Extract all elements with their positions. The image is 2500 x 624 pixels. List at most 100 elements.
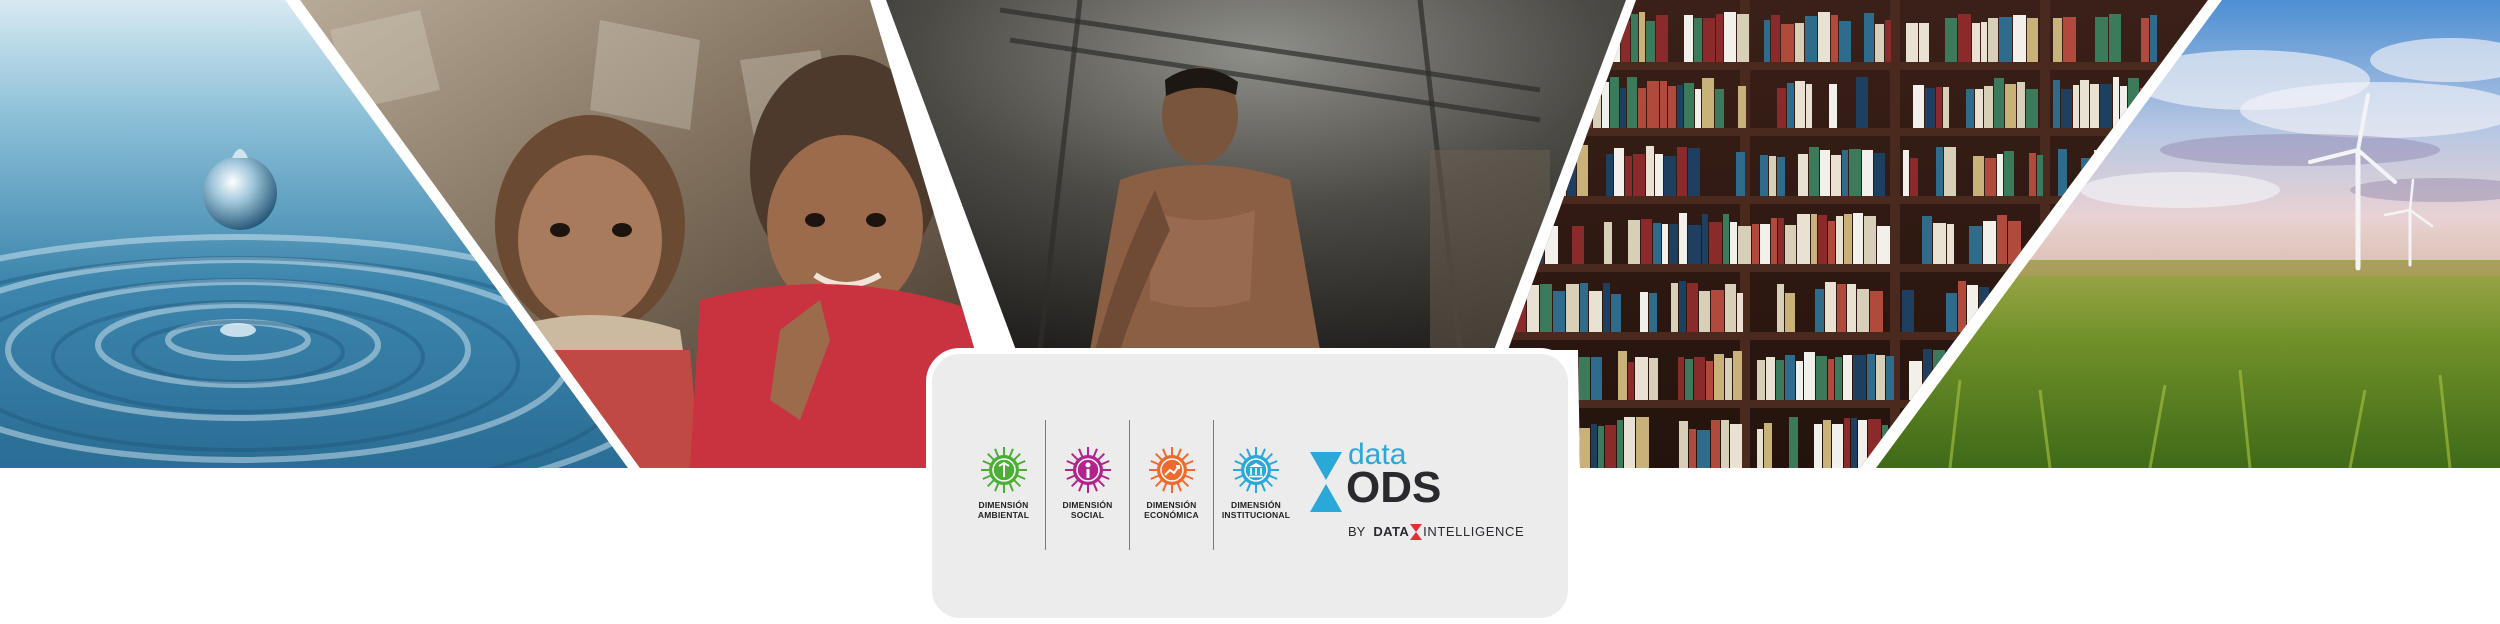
- book-spine: [1842, 150, 1848, 196]
- book-spine: [1572, 226, 1584, 264]
- book-spine: [1738, 226, 1751, 264]
- book-spine: [1724, 12, 1736, 62]
- book-spine: [1605, 425, 1616, 468]
- book-spine: [1579, 357, 1590, 400]
- book-spine: [1604, 222, 1612, 264]
- book-spine: [1646, 146, 1654, 196]
- book-spine: [1797, 214, 1810, 264]
- byline-company-part1: DATA: [1373, 524, 1410, 539]
- book-spine: [1885, 20, 1891, 62]
- book-spine: [1618, 351, 1627, 400]
- book-spine: [1635, 357, 1648, 400]
- book-spine: [1966, 89, 1974, 128]
- dimensions-card: DIMENSIÓN AMBIENTAL DIMENSIÓN SOCIAL DIM…: [926, 348, 1574, 624]
- book-spine: [1844, 418, 1850, 468]
- book-spine: [1997, 215, 2007, 264]
- book-spine: [1847, 284, 1856, 332]
- book-spine: [2090, 84, 2099, 128]
- book-spine: [1818, 12, 1830, 62]
- book-spine: [1711, 290, 1724, 332]
- book-spine: [1868, 419, 1881, 468]
- book-spine: [1688, 148, 1700, 196]
- book-spine: [1668, 86, 1676, 128]
- book-spine: [1656, 15, 1668, 62]
- book-spine: [1545, 226, 1558, 264]
- book-spine: [1702, 78, 1714, 128]
- book-spine: [1909, 361, 1922, 400]
- book-spine: [1809, 147, 1819, 196]
- book-spine: [1577, 145, 1588, 196]
- institutional-icon: [1233, 447, 1279, 493]
- book-spine: [1999, 17, 2012, 62]
- book-spine: [1771, 15, 1780, 62]
- book-spine: [1689, 429, 1696, 468]
- book-spine: [1781, 24, 1794, 62]
- book-spine: [2053, 18, 2062, 62]
- book-spine: [1631, 14, 1638, 62]
- dimension-label: DIMENSIÓN AMBIENTAL: [977, 500, 1030, 520]
- red-hourglass-icon: [1410, 524, 1423, 540]
- book-spine: [1923, 349, 1932, 400]
- book-spine: [1639, 12, 1645, 62]
- book-spine: [1602, 82, 1609, 128]
- book-spine: [1679, 421, 1688, 468]
- book-spine: [1714, 354, 1724, 400]
- book-spine: [1566, 284, 1579, 332]
- book-spine: [1737, 14, 1749, 62]
- book-spine: [1624, 417, 1635, 468]
- book-spine: [1685, 359, 1693, 400]
- book-spine: [1922, 216, 1932, 264]
- book-spine: [1832, 424, 1843, 468]
- book-spine: [1725, 284, 1736, 332]
- book-spine: [1716, 14, 1723, 62]
- book-spine: [1874, 153, 1885, 196]
- book-spine: [1837, 284, 1846, 332]
- book-spine: [1864, 13, 1874, 62]
- book-spine: [1858, 420, 1867, 468]
- book-spine: [1820, 150, 1830, 196]
- book-spine: [1580, 283, 1588, 332]
- book-spine: [2095, 17, 2108, 62]
- book-spine: [1875, 24, 1884, 62]
- book-spine: [1785, 355, 1795, 400]
- book-spine: [1633, 154, 1645, 196]
- book-spine: [1997, 154, 2003, 196]
- book-spine: [1843, 355, 1852, 400]
- book-spine: [1679, 213, 1687, 264]
- book-spine: [1945, 18, 1957, 62]
- book-spine: [1591, 357, 1602, 400]
- book-spine: [1760, 224, 1770, 264]
- byline-by: BY: [1348, 524, 1366, 539]
- book-spine: [1764, 423, 1772, 468]
- book-spine: [1777, 284, 1784, 332]
- book-spine: [1831, 155, 1841, 196]
- data-ods-logo: data ODS BY DATA INTELLIGENCE: [1308, 440, 1558, 550]
- book-spine: [1598, 426, 1604, 468]
- book-spine: [1737, 293, 1743, 332]
- book-spine: [1936, 87, 1942, 128]
- book-spine: [2058, 149, 2067, 196]
- book-spine: [1906, 23, 1918, 62]
- book-spine: [2120, 86, 2127, 128]
- book-spine: [1614, 148, 1624, 196]
- book-spine: [2061, 89, 2072, 128]
- book-spine: [1816, 356, 1827, 400]
- book-spine: [1769, 156, 1776, 196]
- book-spine: [1662, 224, 1668, 264]
- dimension-label: DIMENSIÓN INSTITUCIONAL: [1221, 500, 1291, 520]
- book-spine: [1636, 417, 1649, 468]
- book-spine: [1593, 87, 1601, 128]
- hourglass-logo-icon: [1310, 452, 1342, 512]
- book-spine: [1828, 359, 1834, 400]
- book-spine: [1877, 226, 1890, 264]
- book-spine: [1738, 86, 1746, 128]
- dimension-institucional: DIMENSIÓN INSTITUCIONAL: [1214, 420, 1298, 550]
- book-spine: [1798, 154, 1808, 196]
- book-spine: [1958, 14, 1971, 62]
- book-spine: [1795, 23, 1804, 62]
- book-spine: [1589, 291, 1602, 332]
- book-spine: [1805, 16, 1817, 62]
- book-spine: [2029, 153, 2036, 196]
- book-spine: [2109, 14, 2121, 62]
- book-spine: [1844, 214, 1852, 264]
